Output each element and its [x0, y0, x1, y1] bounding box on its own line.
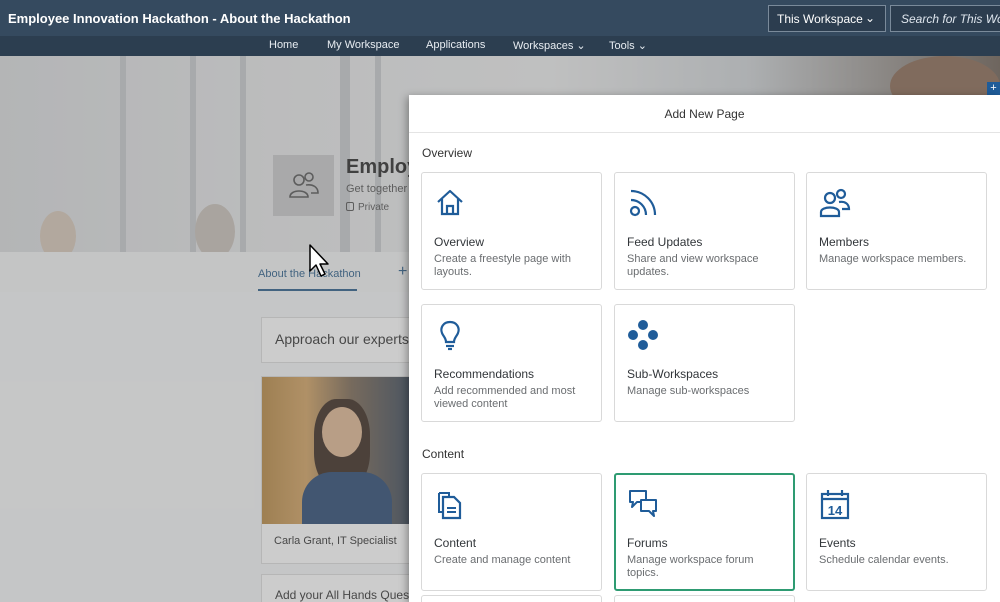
top-bar: Employee Innovation Hackathon - About th… [0, 0, 1000, 36]
members-icon [819, 188, 851, 218]
add-new-page-dialog: Add New Page Overview Overview Create a … [409, 95, 1000, 602]
dialog-title: Add New Page [409, 95, 1000, 133]
nav-workspaces-label: Workspaces [513, 40, 574, 52]
nav-my-workspace[interactable]: My Workspace [327, 39, 400, 51]
tile-content[interactable]: Content Create and manage content [421, 473, 602, 591]
chevron-down-icon: ⌄ [573, 40, 586, 52]
tile-description: Schedule calendar events. [819, 554, 949, 566]
calendar-icon: 14 [820, 490, 850, 520]
tile-feed-updates[interactable]: Feed Updates Share and view workspace up… [614, 172, 795, 290]
search-placeholder: Search for This Workspace [901, 12, 1000, 26]
document-icon [438, 492, 462, 520]
tile-title: Content [434, 536, 477, 550]
app-title: Employee Innovation Hackathon - About th… [8, 11, 351, 26]
tile-recommendations[interactable]: Recommendations Add recommended and most… [421, 304, 602, 422]
tile-title: Feed Updates [627, 235, 703, 249]
tile-title: Sub-Workspaces [627, 367, 719, 381]
main-nav: Home My Workspace Applications Workspace… [0, 36, 1000, 56]
nav-tools-label: Tools [609, 40, 635, 52]
nav-home[interactable]: Home [269, 39, 298, 51]
tile-title: Forums [627, 536, 668, 550]
nav-workspaces[interactable]: Workspaces ⌄ [513, 39, 586, 52]
tile-description: Add recommended and most viewed content [434, 385, 576, 410]
tile-partial[interactable] [421, 595, 602, 602]
section-overview-label: Overview [422, 146, 473, 160]
nav-applications[interactable]: Applications [426, 39, 485, 51]
chevron-down-icon: ⌄ [864, 11, 875, 25]
tile-title: Overview [434, 235, 485, 249]
tile-forums[interactable]: Forums Manage workspace forum topics. [614, 473, 795, 591]
forum-icon [629, 490, 657, 517]
tile-members[interactable]: Members Manage workspace members. [806, 172, 987, 290]
feed-icon [629, 189, 657, 217]
search-scope-value: This Workspace [777, 12, 863, 26]
search-scope-select[interactable]: This Workspace ⌄ [768, 5, 886, 32]
lightbulb-icon [440, 320, 460, 351]
nav-tools[interactable]: Tools ⌄ [609, 39, 647, 52]
tile-title: Events [819, 536, 856, 550]
sub-workspaces-icon [628, 320, 658, 350]
home-icon [437, 189, 463, 216]
chevron-down-icon: ⌄ [634, 40, 647, 52]
tile-title: Recommendations [434, 367, 535, 381]
tile-events[interactable]: 14 Events Schedule calendar events. [806, 473, 987, 591]
mouse-cursor-icon [309, 244, 329, 277]
tile-description: Create a freestyle page with layouts. [434, 253, 571, 278]
tile-description: Manage sub-workspaces [627, 385, 750, 397]
tile-sub-workspaces[interactable]: Sub-Workspaces Manage sub-workspaces [614, 304, 795, 422]
plus-icon: + [987, 82, 1000, 95]
tile-partial[interactable] [614, 595, 795, 602]
tile-overview[interactable]: Overview Create a freestyle page with la… [421, 172, 602, 290]
calendar-day: 14 [828, 503, 843, 518]
tile-description: Create and manage content [434, 554, 571, 566]
section-content-label: Content [422, 447, 465, 461]
tile-description: Share and view workspace updates. [627, 253, 759, 278]
search-input[interactable]: Search for This Workspace [890, 5, 1000, 32]
tile-title: Members [819, 235, 870, 249]
tile-description: Manage workspace forum topics. [627, 554, 754, 579]
tile-description: Manage workspace members. [819, 253, 967, 265]
